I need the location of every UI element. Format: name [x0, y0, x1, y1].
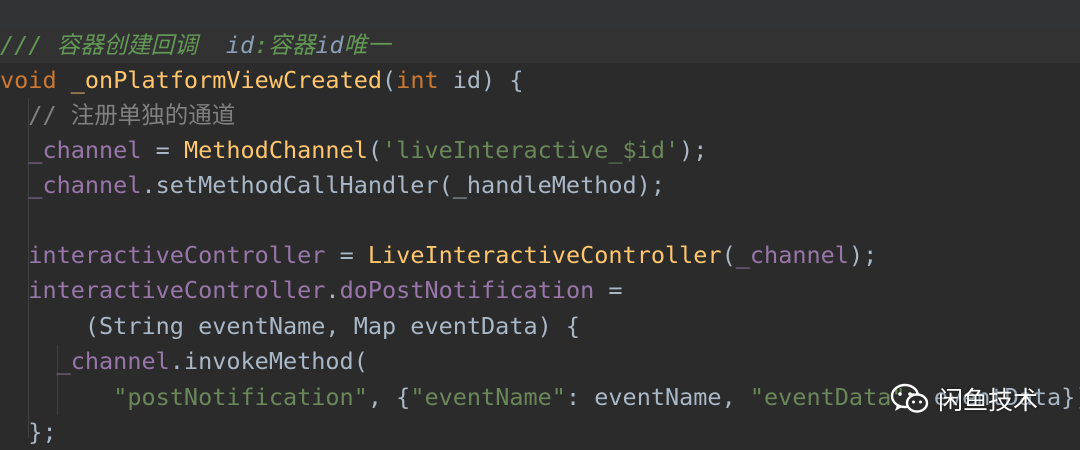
- code-token: (: [382, 66, 397, 94]
- code-editor[interactable]: /// 容器创建回调 id:容器id唯一 void _onPlatformView…: [0, 0, 1080, 449]
- code-token: .invokeMethod(: [169, 347, 368, 375]
- editor-top-strip: [0, 0, 1080, 28]
- code-token: .setMethodCallHandler(_handleMethod);: [141, 171, 665, 199]
- code-token: .: [325, 276, 340, 304]
- code-token: _channel: [735, 241, 849, 269]
- code-line[interactable]: void _onPlatformViewCreated(int id) {: [0, 63, 1080, 98]
- code-token: 'liveInteractive_$id': [382, 136, 680, 164]
- watermark: 闲鱼技术: [890, 376, 1038, 422]
- code-token: );: [848, 241, 878, 269]
- code-token: id: [315, 31, 344, 59]
- code-token: // 注册单独的通道: [0, 101, 236, 129]
- code-line[interactable]: /// 容器创建回调 id:容器id唯一: [0, 28, 1080, 63]
- code-token: doPostNotification: [339, 276, 595, 304]
- code-token: (: [367, 136, 383, 164]
- code-token: );: [679, 136, 708, 164]
- code-token: interactiveController: [0, 276, 326, 304]
- watermark-text: 闲鱼技术: [938, 386, 1039, 415]
- code-token: 唯一: [343, 31, 391, 59]
- code-token: _channel: [0, 136, 142, 164]
- code-line[interactable]: _channel = MethodChannel('liveInteractiv…: [0, 133, 1080, 168]
- wechat-icon: [890, 383, 929, 413]
- code-token: _channel: [0, 171, 142, 199]
- code-token: LiveInteractiveController: [367, 241, 722, 269]
- code-token: id: [225, 31, 255, 59]
- code-token: , {: [367, 383, 411, 411]
- code-token: interactiveController: [0, 241, 326, 269]
- code-token: : eventName,: [565, 383, 750, 411]
- code-token: void: [0, 66, 71, 94]
- code-token: =: [325, 241, 368, 269]
- code-token: =: [594, 276, 623, 304]
- code-line[interactable]: _channel.setMethodCallHandler(_handleMet…: [0, 168, 1080, 203]
- code-token: int: [396, 66, 453, 94]
- code-token: MethodChannel: [183, 136, 368, 164]
- code-token: "eventData": [749, 383, 906, 411]
- code-line[interactable]: _channel.invokeMethod(: [0, 344, 1080, 379]
- code-line[interactable]: interactiveController = LiveInteractiveC…: [0, 238, 1080, 273]
- code-token: _channel: [0, 347, 170, 375]
- code-token: };: [0, 418, 57, 446]
- code-token: /// 容器创建回调: [0, 31, 226, 59]
- code-token: "postNotification": [113, 383, 368, 411]
- code-line[interactable]: // 注册单独的通道: [0, 98, 1080, 133]
- code-token: (String eventName, Map eventData) {: [0, 312, 581, 340]
- code-token: :容器: [254, 31, 316, 59]
- code-line[interactable]: [0, 203, 1080, 238]
- code-line[interactable]: (String eventName, Map eventData) {: [0, 309, 1080, 344]
- code-token: (: [721, 241, 736, 269]
- code-token: _onPlatformViewCreated: [70, 66, 383, 94]
- code-line[interactable]: interactiveController.doPostNotification…: [0, 273, 1080, 308]
- code-token: "eventName": [410, 383, 566, 411]
- code-token: id) {: [452, 66, 524, 94]
- code-token: =: [141, 136, 184, 164]
